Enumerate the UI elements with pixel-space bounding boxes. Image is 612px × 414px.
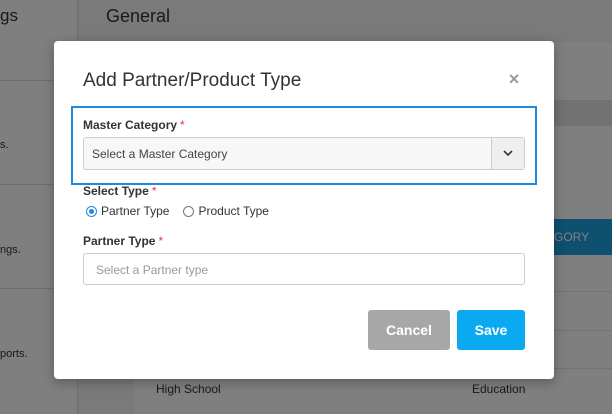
required-mark: * [151,184,157,198]
select-type-label: Select Type * [83,184,156,198]
close-icon[interactable]: × [506,70,522,88]
radio-checked-icon[interactable] [86,205,97,217]
radio-partner-type[interactable]: Partner Type [86,204,169,218]
radio-product-type[interactable]: Product Type [183,204,269,218]
dialog-title: Add Partner/Product Type [83,70,302,91]
master-category-value: Select a Master Category [92,147,228,161]
select-type-radio-group: Partner Type Product Type [86,204,283,218]
add-partner-product-type-dialog: Add Partner/Product Type × Master Catego… [54,41,554,379]
cancel-button[interactable]: Cancel [368,310,450,350]
radio-label: Partner Type [101,204,170,218]
chevron-down-icon[interactable] [491,138,524,169]
save-button[interactable]: Save [457,310,525,350]
required-mark: * [180,118,185,132]
master-category-label: Master Category * [83,118,185,132]
radio-label: Product Type [198,204,269,218]
select-type-label-text: Select Type [83,184,149,198]
partner-type-placeholder: Select a Partner type [96,263,209,277]
required-mark: * [158,234,164,248]
partner-type-label-text: Partner Type [83,234,156,248]
master-category-select[interactable]: Select a Master Category [83,137,525,170]
partner-type-select[interactable]: Select a Partner type [83,253,525,285]
partner-type-label: Partner Type * [83,234,163,248]
master-category-label-text: Master Category [83,118,178,132]
radio-unchecked-icon[interactable] [183,205,195,217]
